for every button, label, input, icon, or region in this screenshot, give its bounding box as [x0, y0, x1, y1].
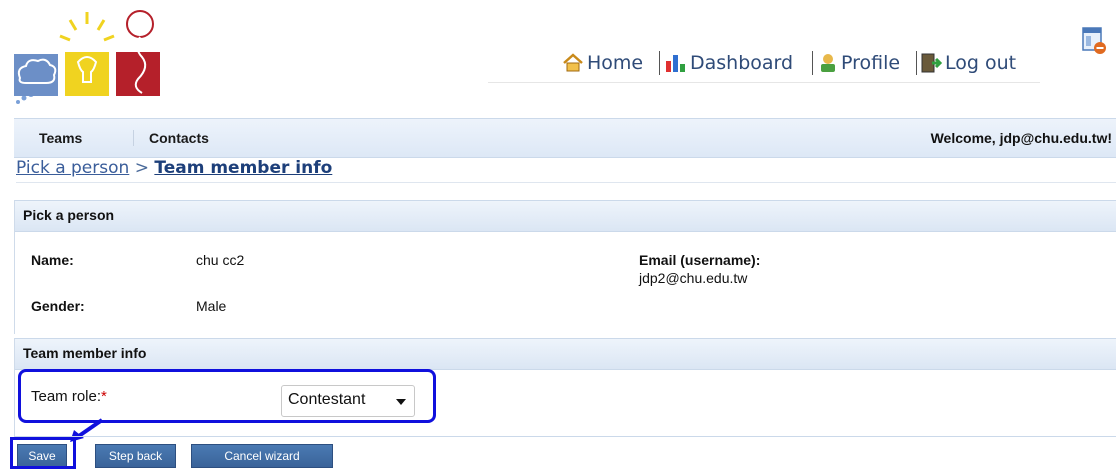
email-label: Email (username): — [639, 252, 761, 268]
name-label: Name: — [31, 252, 74, 268]
bar-chart-icon — [666, 55, 685, 72]
welcome-text: Welcome, jdp@chu.edu.tw! — [930, 130, 1112, 146]
home-icon — [563, 53, 583, 72]
panel-title: Team member info — [23, 345, 147, 361]
name-value: chu cc2 — [196, 252, 245, 268]
nav-separator — [916, 51, 917, 75]
footer-divider — [14, 436, 1116, 437]
menu-contacts[interactable]: Contacts — [149, 130, 209, 146]
gender-value: Male — [196, 298, 227, 314]
gender-label: Gender: — [31, 298, 85, 314]
menu-separator — [133, 130, 134, 146]
panel-header: Team member info — [15, 338, 1116, 370]
nav-dashboard[interactable]: Dashboard — [665, 48, 793, 78]
top-nav: Home Dashboard Profile Log out — [488, 48, 1040, 83]
menu-bar: Teams Contacts Welcome, jdp@chu.edu.tw! — [14, 118, 1116, 158]
panel-title: Pick a person — [23, 207, 115, 223]
breadcrumb: Pick a person > Team member info — [16, 158, 1116, 183]
app-logo — [14, 10, 160, 104]
annotation-highlight-save — [10, 437, 76, 469]
breadcrumb-separator: > — [134, 158, 149, 178]
cancel-wizard-button[interactable]: Cancel wizard — [191, 444, 333, 468]
menu-teams[interactable]: Teams — [39, 130, 82, 146]
logout-icon — [921, 53, 942, 73]
window-settings-icon[interactable] — [1082, 27, 1106, 55]
pick-person-panel: Pick a person Name: chu cc2 Gender: Male… — [14, 200, 1116, 334]
email-value: jdp2@chu.edu.tw — [639, 270, 748, 286]
breadcrumb-current: Team member info — [154, 158, 333, 178]
nav-logout[interactable]: Log out — [920, 48, 1016, 78]
nav-profile[interactable]: Profile — [818, 48, 900, 78]
nav-separator — [812, 51, 813, 75]
user-icon — [821, 54, 835, 72]
nav-separator — [659, 51, 660, 75]
panel-header: Pick a person — [15, 200, 1116, 232]
nav-home[interactable]: Home — [562, 48, 643, 78]
annotation-highlight-role — [18, 369, 436, 423]
step-back-button[interactable]: Step back — [95, 444, 176, 468]
breadcrumb-pick-person[interactable]: Pick a person — [16, 158, 129, 178]
